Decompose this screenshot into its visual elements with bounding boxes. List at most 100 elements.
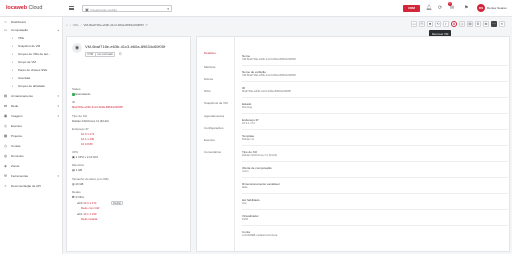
memory-value: ▤1 GB [72, 168, 83, 172]
sidebar-item-storage[interactable]: ▤ Armazenamento ▾ [0, 93, 63, 99]
tab-nics[interactable]: NICs [204, 89, 211, 93]
menu-icon[interactable] [69, 6, 74, 10]
breadcrumb: ⌂ / VMs / VM-6baf718e-e63b-41c3-b60a-896… [66, 23, 149, 27]
sidebar-item-ssh-keys[interactable]: ▪ Pares de chaves SSH [0, 67, 63, 73]
chevron-down-icon: ▾ [167, 7, 169, 11]
breadcrumb-vms[interactable]: VMs [73, 23, 79, 27]
copy-icon[interactable]: ⎘ [119, 52, 122, 56]
snapshot-icon[interactable]: ◐ [443, 21, 449, 27]
refresh-icon[interactable]: ⟳ [438, 4, 442, 12]
storage-icon: ▤ [3, 94, 8, 98]
sidebar-item-network[interactable]: ⇄ Rede ▾ [0, 103, 63, 109]
tab-comentarios[interactable]: Comentários [204, 150, 221, 154]
sidebar-item-events[interactable]: ◎ Eventos [0, 123, 63, 129]
network-icon: ⇄ [4, 104, 7, 108]
project-select[interactable]: ▣ Visualização padrão ▾ [82, 5, 172, 12]
detail-row-name: Nome VM-6baf718e-e63b-41c3-b60a-89634c60f… [242, 51, 508, 66]
copy-icon[interactable]: ⎘ [419, 21, 425, 27]
sidebar-item-dashboard[interactable]: ⌂ Dashboard [0, 19, 63, 25]
breadcrumb-current: VM-6baf718e-e63b-41c3-b60a-89634c60f05f [83, 23, 144, 27]
lock-icon[interactable]: ▤ [467, 21, 473, 27]
detail-row-ha: HA habilitado true [242, 195, 508, 210]
user-name[interactable]: Denise Soares [487, 6, 507, 10]
userdata-icon: ▪ [11, 76, 14, 80]
stop-icon[interactable]: ■ [427, 21, 433, 27]
sidebar-item-images[interactable]: ▣ Imagens ▾ [0, 113, 63, 119]
tag-iso: Iso retornado [95, 52, 116, 57]
avatar[interactable]: DS [477, 4, 485, 12]
monitor-icon: ▭ [3, 28, 8, 32]
detail-row-account: Conta LOCAWEB-cadastro-fornitura [242, 229, 278, 238]
tab-snapshots[interactable]: Snapshots de VM [204, 101, 228, 105]
tab-metricas[interactable]: Métricas [204, 65, 215, 69]
tab-eventos[interactable]: Eventos [204, 138, 215, 142]
sidebar-item-userdata[interactable]: ▪ Userdata [0, 75, 63, 81]
memory-label: Memória [72, 163, 84, 167]
chevron-up-icon: ▴ [57, 28, 59, 32]
sidebar-item-tools[interactable]: ⚒ Ferramentas ▾ [0, 173, 63, 179]
tab-discos[interactable]: Discos [204, 77, 213, 81]
tab-configuracoes[interactable]: Configurações [204, 126, 223, 130]
language-icon[interactable]: ⚑ [464, 4, 468, 12]
settings-icon[interactable]: ⚙ [475, 21, 481, 27]
logo[interactable]: locaweb Cloud [6, 5, 42, 11]
cpu-icon: ▣ [72, 155, 75, 159]
tab-list: Detalhes Métricas Discos NICs Snapshots … [197, 37, 235, 251]
group-icon: ▪ [11, 52, 14, 56]
top-bar: locaweb Cloud ▣ Visualização padrão ▾ CR… [0, 0, 512, 17]
console-icon[interactable]: ▭ [411, 21, 417, 27]
detail-row-ip: Endereço IP 10.0.1.174 [242, 115, 508, 130]
os-value: Debian GNU/Linux 11 (64-bit) [72, 119, 109, 123]
id-value[interactable]: 6baf718e-e63b-41c3-b60a-89634c60f05f [72, 105, 123, 109]
nic-eth1-network[interactable]: Rede isolada [81, 217, 97, 221]
sidebar-item-computacao[interactable]: ▭ Computação ▴ [0, 27, 63, 33]
disk-label: Tamanho do disco (em GB) [72, 177, 109, 181]
detail-row-id: ID 6baf718e-e63b-41c3-b60a-89634c60f05f [242, 83, 508, 98]
chevron-down-icon: ▾ [57, 114, 59, 118]
ip-value-3[interactable]: 10.0.8.86 [81, 142, 93, 146]
os-label: Tipo de SO [72, 114, 88, 118]
reboot-icon[interactable]: ⟲ [435, 21, 441, 27]
delete-icon[interactable]: ✕ [499, 21, 505, 27]
status-label: Status [72, 87, 81, 91]
chevron-down-icon: ▾ [57, 104, 59, 108]
detail-row-template: Template Debian 11 [242, 131, 508, 146]
disk-value: ◍20 GB [72, 182, 84, 186]
project-icon: ▣ [85, 7, 89, 12]
networks-label: Redes [72, 190, 81, 194]
vm-icon: ▪ [11, 36, 14, 40]
sidebar-item-snapshot-vm[interactable]: ▪ Snapshot de VM [0, 43, 63, 49]
chevron-down-icon: ▾ [57, 94, 59, 98]
sidebar-item-projects[interactable]: ▦ Projetos [0, 133, 63, 139]
sidebar-item-vms[interactable]: ▪ VMs [0, 35, 63, 41]
project-placeholder: Visualização padrão [90, 7, 117, 12]
cpu-value: ▣1 CPU x 2.10 Ghz [72, 155, 99, 159]
sidebar-item-affinity-groups[interactable]: ▪ Grupos de afinidade [0, 83, 63, 89]
project-icon: ▦ [3, 134, 8, 138]
nic-eth0-network[interactable]: Rede com GW [81, 206, 99, 210]
remove-vm-button[interactable]: ⊗ [451, 21, 457, 27]
sidebar-item-zones[interactable]: ◈ Zonas [0, 163, 63, 169]
bell-icon[interactable]: 🔔︎ [426, 4, 432, 12]
refresh-icon[interactable]: ⟳ [146, 23, 149, 27]
nic-eth0-ip: 10.0.1.174 [83, 201, 97, 205]
detail-row-scalable: Dimensionamento escalável false [242, 179, 508, 194]
sidebar-item-accounts[interactable]: ◷ Contas [0, 143, 63, 149]
tab-agendamentos[interactable]: Agendamentos [204, 114, 224, 118]
ip-value-1[interactable]: 10.0.1.174 [81, 132, 94, 136]
crm-button[interactable]: CRM [403, 5, 420, 12]
attach-iso-icon[interactable]: ◎ [459, 21, 465, 27]
home-icon: ⌂ [4, 20, 7, 24]
sidebar-item-api-docs[interactable]: ⌗ Documentação de API [0, 183, 63, 189]
network-count: ⇄3 NICs [72, 195, 84, 199]
more-icon[interactable]: ⋯ [491, 21, 497, 27]
sidebar-item-domains[interactable]: ◍ Domínios [0, 153, 63, 159]
tab-detalhes[interactable]: Detalhes [204, 51, 216, 55]
migrate-icon[interactable]: ⇆ [483, 21, 489, 27]
ip-value-2[interactable]: 10.1.1.190 [81, 137, 94, 141]
sidebar-item-autoscale-groups[interactable]: ▪ Grupos de VMs de aut... [0, 51, 63, 57]
api-icon: ⌗ [4, 184, 7, 188]
home-icon[interactable]: ⌂ [66, 23, 68, 27]
image-icon: ▣ [3, 114, 8, 118]
sidebar-item-vm-group[interactable]: ▪ Grupo de VM [0, 59, 63, 65]
